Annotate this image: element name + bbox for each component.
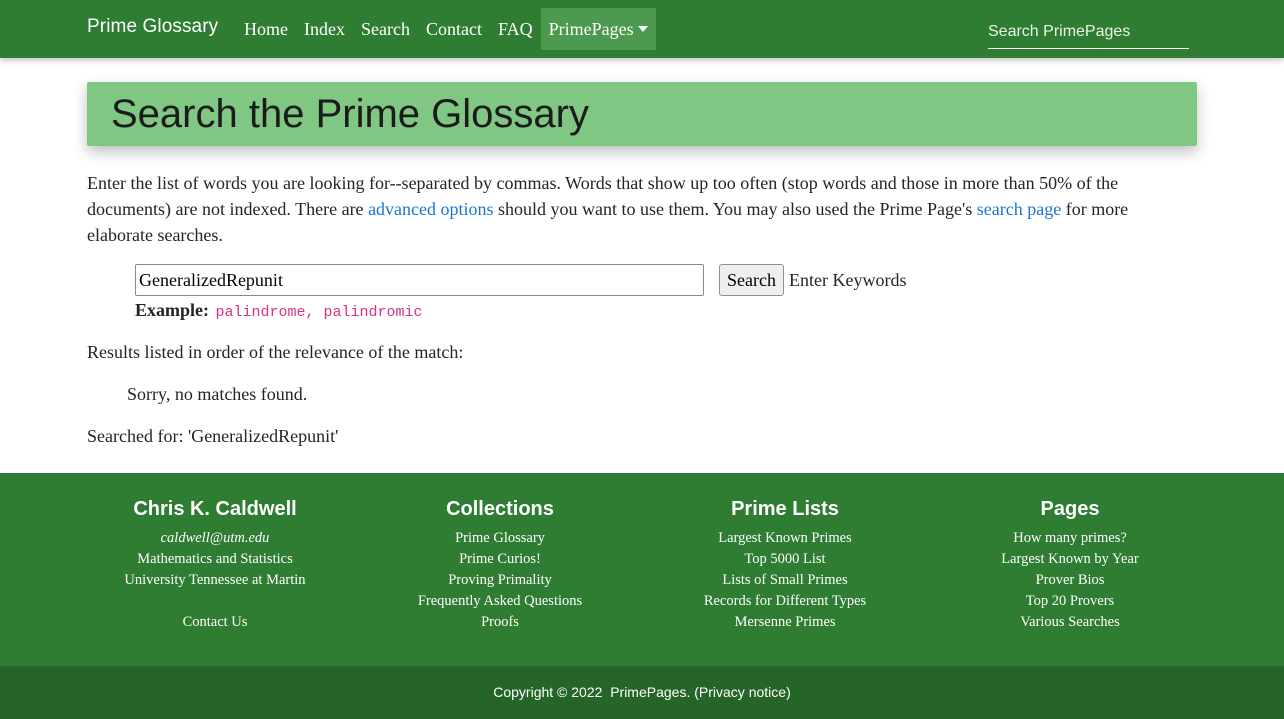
footer-link[interactable]: Various Searches <box>942 612 1198 633</box>
example-value: palindrome, palindromic <box>215 304 423 321</box>
page-header-card: Search the Prime Glossary <box>87 82 1197 146</box>
footer-link[interactable]: Largest Known by Year <box>942 549 1198 570</box>
nav-primepages-dropdown[interactable]: PrimePages <box>540 8 656 50</box>
footer-col-collections: Collections Prime Glossary Prime Curios!… <box>372 497 628 633</box>
footer-col-pages: Pages How many primes? Largest Known by … <box>942 497 1198 633</box>
footer-col-title: Collections <box>446 498 554 520</box>
footer-col-title: Prime Lists <box>731 498 839 520</box>
nav-faq-link[interactable]: FAQ <box>490 8 541 50</box>
example-line: Example: palindrome, palindromic <box>135 298 423 325</box>
no-matches-message: Sorry, no matches found. <box>127 384 308 404</box>
author-email-link[interactable]: caldwell@utm.edu <box>87 528 343 549</box>
search-button[interactable]: Search <box>719 264 784 296</box>
footer-link[interactable]: Prime Glossary <box>372 528 628 549</box>
author-university: University Tennessee at Martin <box>124 572 306 588</box>
footer-col-author: Chris K. Caldwell caldwell@utm.edu Mathe… <box>87 497 343 633</box>
advanced-options-link[interactable]: advanced options <box>368 199 493 219</box>
footer-link[interactable]: Top 20 Provers <box>942 591 1198 612</box>
privacy-notice-link[interactable]: Privacy notice <box>699 684 786 700</box>
nav-contact-link[interactable]: Contact <box>418 8 490 50</box>
intro-text-2: should you want to use them. You may als… <box>493 199 977 219</box>
footer-col-title: Pages <box>1040 498 1100 520</box>
footer-link[interactable]: Prover Bios <box>942 570 1198 591</box>
nav-index-link[interactable]: Index <box>296 8 353 50</box>
enter-keywords-label: Enter Keywords <box>788 269 907 290</box>
brand-link[interactable]: Prime Glossary <box>87 16 218 38</box>
top-navbar: Prime Glossary Home Index Search Contact… <box>0 0 1284 58</box>
footer-link[interactable]: Proofs <box>372 612 628 633</box>
search-page-link[interactable]: search page <box>977 199 1061 219</box>
footer-link[interactable]: Top 5000 List <box>657 549 913 570</box>
footer-link[interactable]: Records for Different Types <box>657 591 913 612</box>
footer-col-prime-lists: Prime Lists Largest Known Primes Top 500… <box>657 497 913 633</box>
copyright-text: Copyright © 2022 <box>493 684 603 700</box>
copyright-bar: Copyright © 2022 PrimePages. (Privacy no… <box>0 666 1284 719</box>
footer-link[interactable]: Frequently Asked Questions <box>372 591 628 612</box>
footer-link[interactable]: Lists of Small Primes <box>657 570 913 591</box>
footer-link[interactable]: Prime Curios! <box>372 549 628 570</box>
copyright-close: ) <box>786 684 791 700</box>
footer-link[interactable]: Largest Known Primes <box>657 528 913 549</box>
page-title: Search the Prime Glossary <box>111 92 589 136</box>
contact-us-link[interactable]: Contact Us <box>87 612 343 633</box>
author-dept: Mathematics and Statistics <box>137 551 293 567</box>
example-label: Example: <box>135 300 209 320</box>
site-search-input[interactable] <box>988 16 1189 49</box>
searched-for-text: Searched for: 'GeneralizedRepunit' <box>87 426 339 446</box>
nav-dropdown-label: PrimePages <box>548 19 634 39</box>
footer-link[interactable]: Mersenne Primes <box>657 612 913 633</box>
footer-link[interactable]: How many primes? <box>942 528 1198 549</box>
footer-col-title: Chris K. Caldwell <box>133 498 297 520</box>
copyright-open: . ( <box>686 684 699 700</box>
footer-link[interactable]: Proving Primality <box>372 570 628 591</box>
caret-down-icon <box>637 26 648 32</box>
nav-home-link[interactable]: Home <box>236 8 296 50</box>
keyword-input[interactable] <box>135 264 704 296</box>
keyword-search-form: Search Enter Keywords <box>135 264 906 296</box>
footer: Chris K. Caldwell caldwell@utm.edu Mathe… <box>0 473 1284 666</box>
nav-menu: Home Index Search Contact FAQ PrimePages <box>236 8 656 50</box>
nav-search-link[interactable]: Search <box>353 8 418 50</box>
results-heading: Results listed in order of the relevance… <box>87 342 464 362</box>
intro-paragraph: Enter the list of words you are looking … <box>87 170 1197 248</box>
primepages-link[interactable]: PrimePages <box>610 684 686 700</box>
